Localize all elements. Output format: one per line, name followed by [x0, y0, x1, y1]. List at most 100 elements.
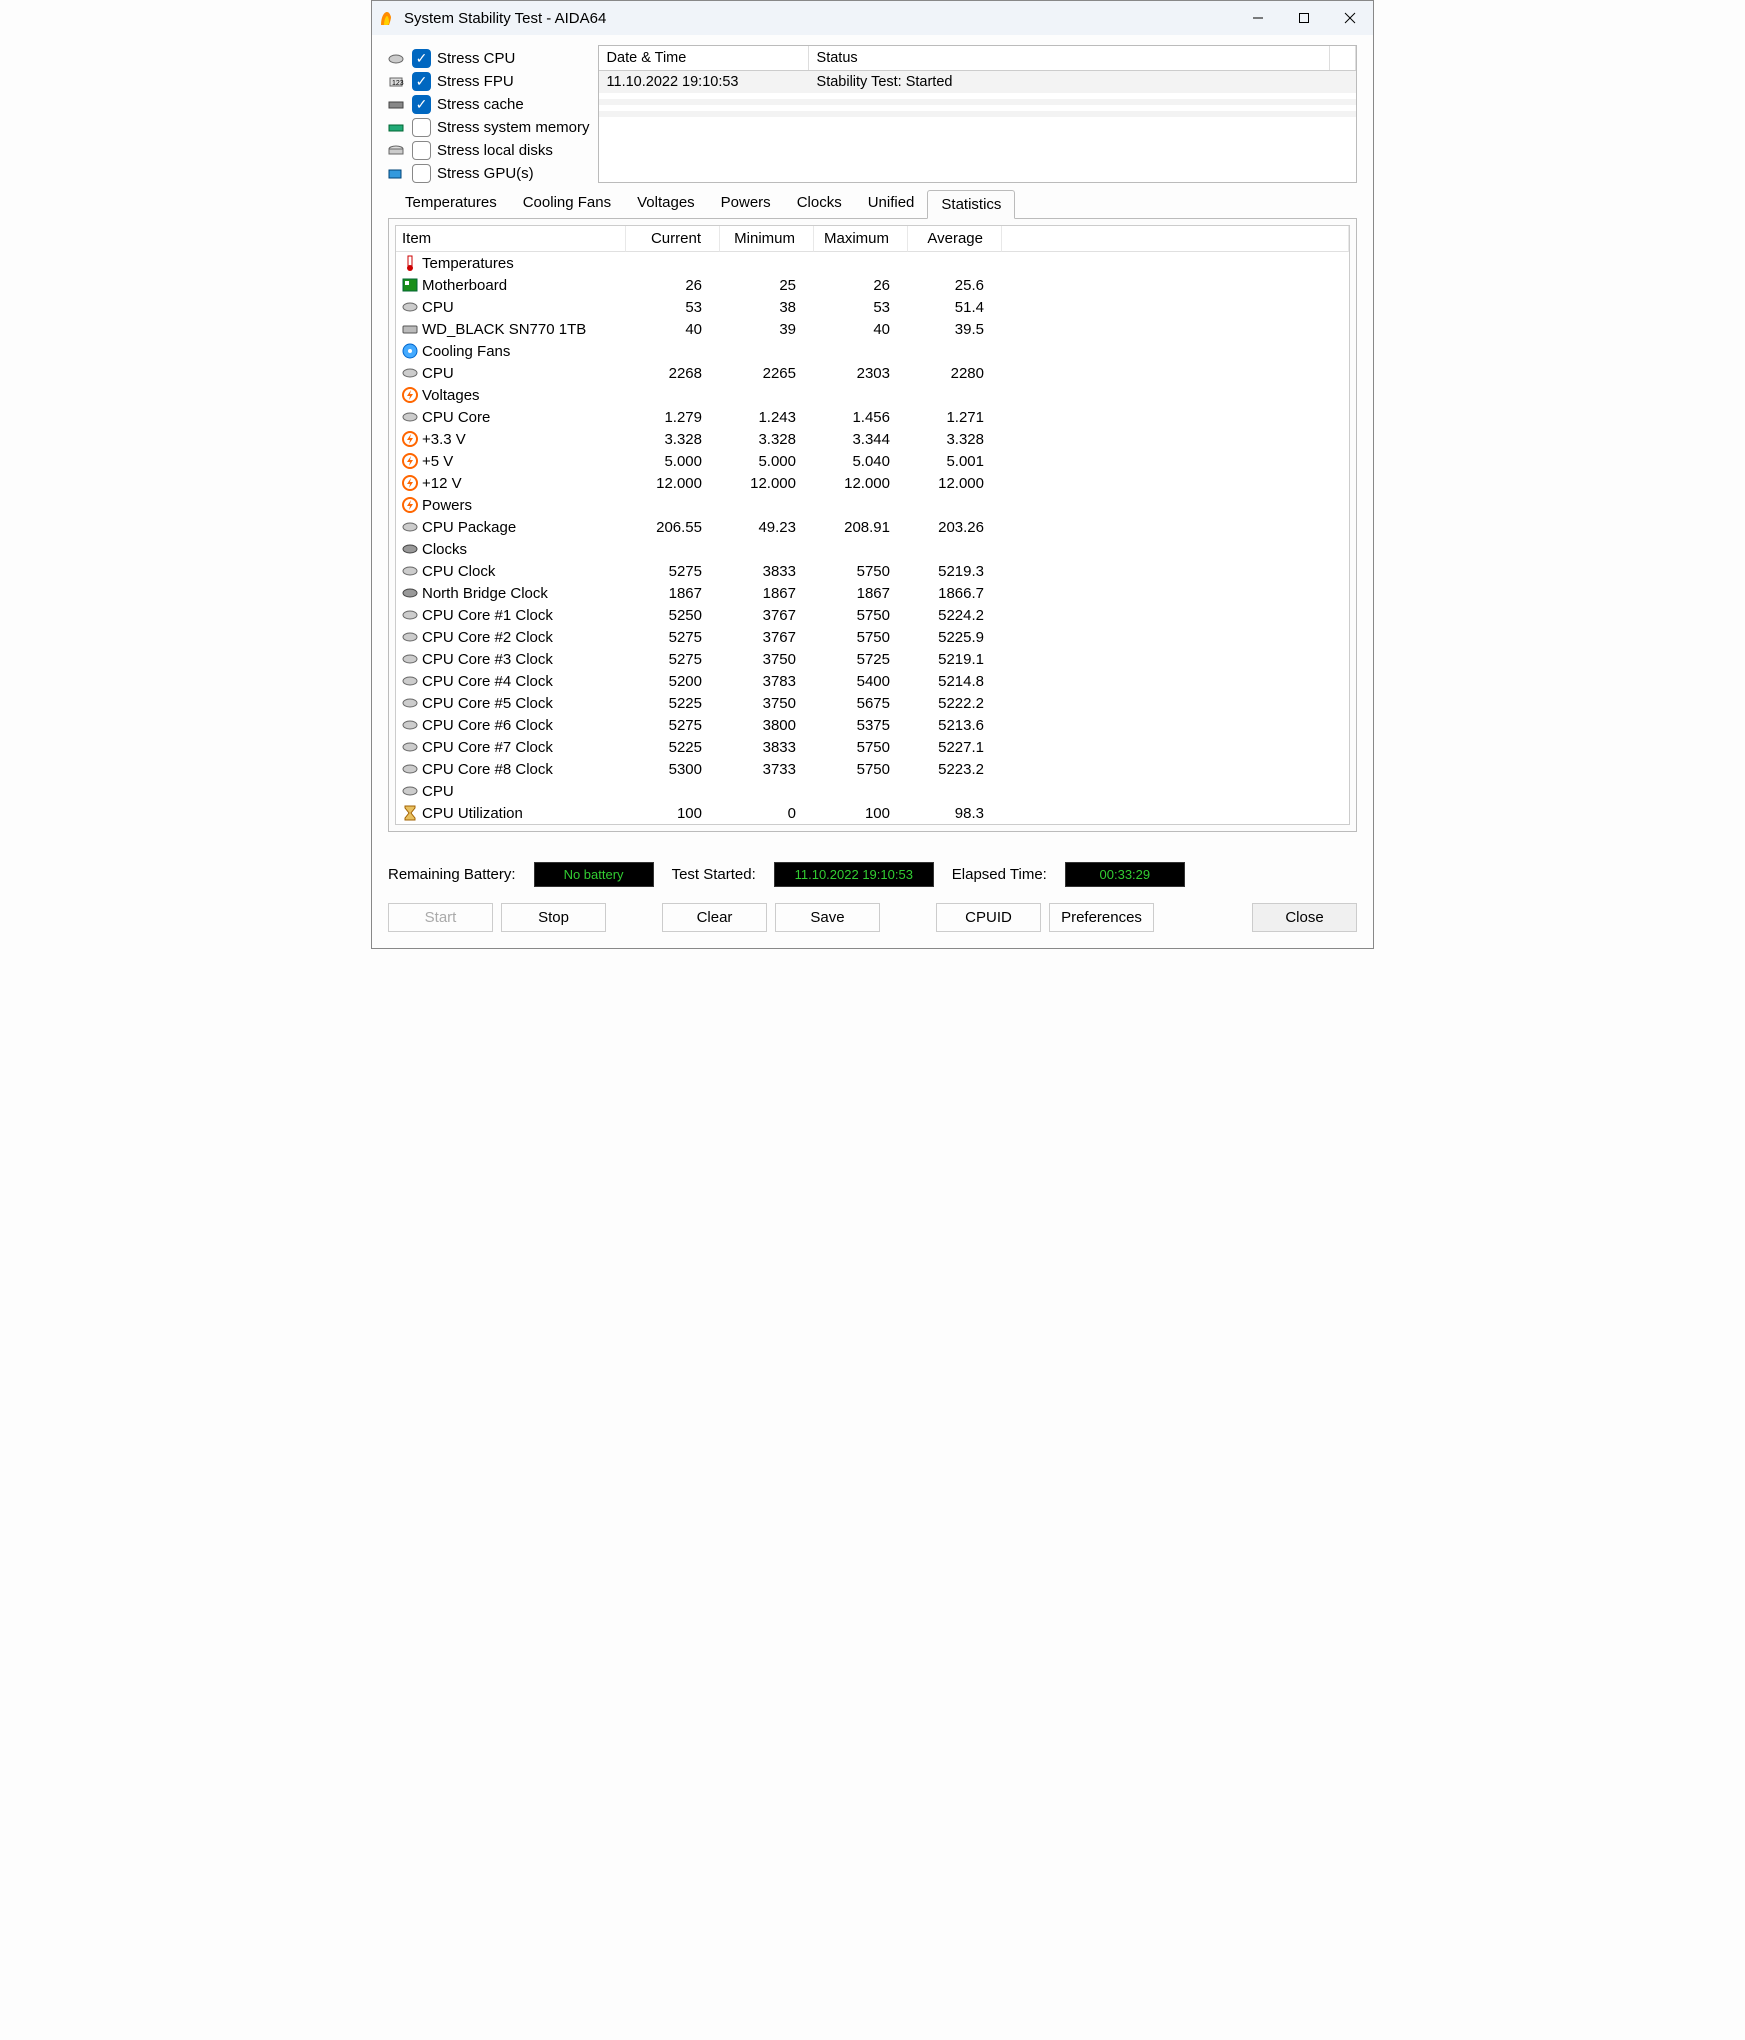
section-header[interactable]: Cooling Fans [396, 340, 1349, 362]
val-min: 49.23 [720, 516, 814, 538]
stats-row[interactable]: CPU Core 1.279 1.243 1.456 1.271 [396, 406, 1349, 428]
stats-row[interactable]: CPU 53 38 53 51.4 [396, 296, 1349, 318]
tab-voltages[interactable]: Voltages [624, 189, 708, 218]
val-current: 5275 [626, 714, 720, 736]
section-header[interactable]: Temperatures [396, 252, 1349, 274]
close-button[interactable] [1327, 1, 1373, 35]
stats-row[interactable]: CPU Package 206.55 49.23 208.91 203.26 [396, 516, 1349, 538]
stats-row[interactable]: CPU Core #4 Clock 5200 3783 5400 5214.8 [396, 670, 1349, 692]
val-min: 2265 [720, 362, 814, 384]
chip-icon [402, 607, 418, 623]
clear-button[interactable]: Clear [662, 903, 767, 932]
tab-unified[interactable]: Unified [855, 189, 928, 218]
item-label: CPU [422, 299, 454, 316]
stress-option: 123 ✓ Stress FPU [388, 72, 590, 91]
stats-row[interactable]: CPU Utilization 100 0 100 98.3 [396, 802, 1349, 824]
stress-option: Stress GPU(s) [388, 164, 590, 183]
stress-checkbox[interactable] [412, 164, 431, 183]
val-current: 5275 [626, 626, 720, 648]
cpuid-button[interactable]: CPUID [936, 903, 1041, 932]
stats-row[interactable]: CPU Clock 5275 3833 5750 5219.3 [396, 560, 1349, 582]
tab-cooling-fans[interactable]: Cooling Fans [510, 189, 624, 218]
tab-powers[interactable]: Powers [708, 189, 784, 218]
stats-row[interactable]: WD_BLACK SN770 1TB 40 39 40 39.5 [396, 318, 1349, 340]
val-current: 12.000 [626, 472, 720, 494]
stress-checkbox[interactable] [412, 118, 431, 137]
stats-row[interactable]: +12 V 12.000 12.000 12.000 12.000 [396, 472, 1349, 494]
section-header[interactable]: Voltages [396, 384, 1349, 406]
val-max: 5750 [814, 560, 908, 582]
start-button[interactable]: Start [388, 903, 493, 932]
stats-row[interactable]: CPU Core #6 Clock 5275 3800 5375 5213.6 [396, 714, 1349, 736]
log-row[interactable] [599, 117, 1356, 123]
tab-strip: TemperaturesCooling FansVoltagesPowersCl… [392, 189, 1357, 218]
section-header[interactable]: Clocks [396, 538, 1349, 560]
val-current: 40 [626, 318, 720, 340]
close-dialog-button[interactable]: Close [1252, 903, 1357, 932]
stress-checkbox[interactable]: ✓ [412, 72, 431, 91]
tab-temperatures[interactable]: Temperatures [392, 189, 510, 218]
val-min: 3.328 [720, 428, 814, 450]
memory-icon [388, 121, 406, 135]
item-label: CPU Clock [422, 563, 495, 580]
log-table: Date & Time Status 11.10.2022 19:10:53 S… [598, 45, 1357, 183]
item-label: CPU [422, 365, 454, 382]
val-avg: 5227.1 [908, 736, 1002, 758]
chip-icon [402, 299, 418, 315]
val-avg: 3.328 [908, 428, 1002, 450]
col-item[interactable]: Item [396, 226, 626, 252]
log-row[interactable]: 11.10.2022 19:10:53 Stability Test: Star… [599, 71, 1356, 93]
tab-statistics[interactable]: Statistics [927, 190, 1015, 219]
volt-icon [402, 497, 418, 513]
col-minimum[interactable]: Minimum [720, 226, 814, 252]
tab-clocks[interactable]: Clocks [784, 189, 855, 218]
statistics-table: Item Current Minimum Maximum Average Tem… [395, 225, 1350, 825]
stats-row[interactable]: Motherboard 26 25 26 25.6 [396, 274, 1349, 296]
item-label: CPU Core #6 Clock [422, 717, 553, 734]
elapsed-lcd: 00:33:29 [1065, 862, 1185, 887]
save-button[interactable]: Save [775, 903, 880, 932]
minimize-button[interactable] [1235, 1, 1281, 35]
section-header[interactable]: CPU [396, 780, 1349, 802]
val-avg: 1866.7 [908, 582, 1002, 604]
val-current: 53 [626, 296, 720, 318]
stats-row[interactable]: North Bridge Clock 1867 1867 1867 1866.7 [396, 582, 1349, 604]
stats-row[interactable]: +3.3 V 3.328 3.328 3.344 3.328 [396, 428, 1349, 450]
stress-checkbox[interactable] [412, 141, 431, 160]
col-datetime[interactable]: Date & Time [599, 46, 809, 70]
preferences-button[interactable]: Preferences [1049, 903, 1154, 932]
stats-row[interactable]: +5 V 5.000 5.000 5.040 5.001 [396, 450, 1349, 472]
col-current[interactable]: Current [626, 226, 720, 252]
stats-row[interactable]: CPU Core #7 Clock 5225 3833 5750 5227.1 [396, 736, 1349, 758]
stress-label: Stress FPU [437, 73, 514, 90]
volt-icon [402, 475, 418, 491]
stats-row[interactable]: CPU Core #2 Clock 5275 3767 5750 5225.9 [396, 626, 1349, 648]
stats-row[interactable]: CPU Core #8 Clock 5300 3733 5750 5223.2 [396, 758, 1349, 780]
stress-checkbox[interactable]: ✓ [412, 95, 431, 114]
val-current: 100 [626, 802, 720, 824]
col-average[interactable]: Average [908, 226, 1002, 252]
section-title: Powers [422, 497, 472, 514]
val-current: 5225 [626, 692, 720, 714]
log-status [809, 117, 1356, 123]
col-status[interactable]: Status [809, 46, 1330, 70]
stats-row[interactable]: CPU Core #1 Clock 5250 3767 5750 5224.2 [396, 604, 1349, 626]
stats-row[interactable]: CPU 2268 2265 2303 2280 [396, 362, 1349, 384]
maximize-button[interactable] [1281, 1, 1327, 35]
stop-button[interactable]: Stop [501, 903, 606, 932]
therm-icon [402, 255, 418, 271]
clock-icon [402, 585, 418, 601]
val-min: 3733 [720, 758, 814, 780]
section-header[interactable]: Powers [396, 494, 1349, 516]
stats-row[interactable]: CPU Core #3 Clock 5275 3750 5725 5219.1 [396, 648, 1349, 670]
chip-icon [402, 717, 418, 733]
section-title: CPU [422, 783, 454, 800]
chip-icon [402, 519, 418, 535]
col-maximum[interactable]: Maximum [814, 226, 908, 252]
item-label: CPU Utilization [422, 805, 523, 822]
stats-row[interactable]: CPU Core #5 Clock 5225 3750 5675 5222.2 [396, 692, 1349, 714]
val-min: 3767 [720, 626, 814, 648]
item-label: CPU Core #5 Clock [422, 695, 553, 712]
stress-option: ✓ Stress CPU [388, 49, 590, 68]
stress-checkbox[interactable]: ✓ [412, 49, 431, 68]
